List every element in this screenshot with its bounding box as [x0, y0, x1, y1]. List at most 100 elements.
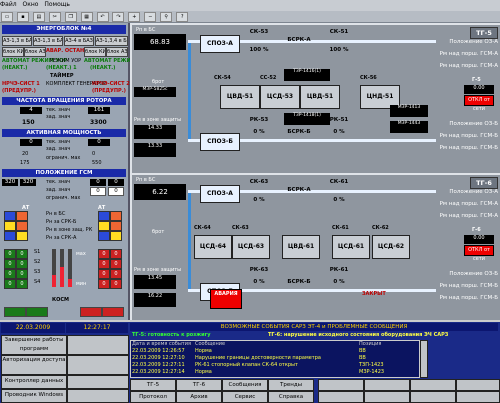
tg5-bsrk-a[interactable]: БСРК-А: [282, 37, 316, 43]
extra-button-6[interactable]: [364, 391, 410, 403]
nav-tg5-button[interactable]: ТГ-5: [130, 379, 176, 391]
at-label-2: Рн за СРК-Б: [46, 219, 77, 225]
tg6-valve-rk61[interactable]: РК-61: [322, 267, 356, 273]
nav-messages-button[interactable]: Сообщения: [222, 379, 268, 391]
tg5-cvd-51[interactable]: ЦВД-51: [220, 85, 260, 109]
tg6-bsrk-a[interactable]: БСРК-А: [282, 187, 316, 193]
copy-icon[interactable]: ❐: [64, 12, 77, 22]
menu-file[interactable]: Файл: [0, 1, 17, 8]
kosm-button-1[interactable]: [4, 307, 26, 317]
tg6-valve-rk63[interactable]: РК-63: [242, 267, 276, 273]
az13-button-2[interactable]: АЗ-1,3 в БАЗ: [33, 36, 63, 46]
zoom-out-icon[interactable]: −: [144, 12, 157, 22]
level-slider-3[interactable]: [68, 249, 72, 287]
search-icon[interactable]: ⚲: [160, 12, 173, 22]
power-set-label: зад. знач: [46, 146, 71, 152]
time-display: 12:27:17: [66, 323, 128, 333]
tg6-sk61: СК-61: [332, 225, 349, 231]
extra-button-7[interactable]: [410, 391, 456, 403]
grid-cell: 0: [16, 269, 28, 279]
side-button-3[interactable]: [67, 375, 129, 389]
grid-row-label: S4: [34, 279, 41, 285]
event-log-table[interactable]: Дата и время события Сообщение Позиция 2…: [130, 340, 420, 378]
az13-button-1[interactable]: АЗ-1,3 в БАЗ: [2, 36, 32, 46]
tg6-valve-sk61[interactable]: СК-61: [322, 179, 356, 185]
tg6-cvd-61[interactable]: ЦВД-61: [282, 235, 320, 259]
nav-trends-button[interactable]: Тренды: [268, 379, 314, 391]
tg6-csd-63[interactable]: ЦСД-63: [232, 235, 270, 259]
redo-icon[interactable]: ↷: [112, 12, 125, 22]
unit-tg5-panel: ТГ-5 Положение ОЗ-А Рм над порш. ГСМ-А Р…: [130, 23, 500, 176]
gsm-set-3[interactable]: 0: [90, 187, 106, 196]
paste-icon[interactable]: ▦: [80, 12, 93, 22]
block-kir-button-1[interactable]: блок КИР: [2, 47, 24, 57]
undo-icon[interactable]: ↶: [96, 12, 109, 22]
side-button-2[interactable]: [67, 355, 129, 375]
menu-window[interactable]: Окно: [23, 1, 39, 8]
tg5-valve-rk51[interactable]: РК-51: [322, 117, 356, 123]
extra-button-4[interactable]: [456, 379, 500, 391]
log-row-message: РК-61 стопорный клапан СК-64 открыт: [195, 362, 298, 368]
tg5-csd-53[interactable]: ЦСД-53: [260, 85, 300, 109]
power-setpoint[interactable]: 0: [88, 139, 110, 146]
log-scrollbar[interactable]: [420, 340, 428, 378]
tg5-bsrk-b[interactable]: БСРК-Б: [282, 129, 316, 135]
az134-button[interactable]: АЗ-1,3,4 в БАЗ: [95, 36, 128, 46]
nav-archive-button[interactable]: Архив: [176, 391, 222, 403]
tg6-csd-61[interactable]: ЦСД-61: [332, 235, 370, 259]
tg6-disconnect-button[interactable]: ОТКЛ от сети: [464, 245, 494, 262]
extra-button-8[interactable]: [456, 391, 500, 403]
block-kir-button-2[interactable]: блок КИР: [84, 47, 106, 57]
save-icon[interactable]: ▪: [16, 12, 29, 22]
tg5-spoz-a[interactable]: СПОЗ-А: [200, 35, 240, 53]
print-icon[interactable]: ▤: [32, 12, 45, 22]
extra-button-5[interactable]: [318, 391, 364, 403]
tg6-spoz-a[interactable]: СПОЗ-А: [200, 185, 240, 203]
log-row-date: 22.03.2009 12:27:11: [132, 362, 185, 368]
nav-help-button[interactable]: Справка: [268, 391, 314, 403]
zoom-in-icon[interactable]: +: [128, 12, 141, 22]
shutdown-programs-button[interactable]: Завершение работы программ: [1, 335, 67, 355]
tg5-cvd-51b[interactable]: ЦВД-51: [300, 85, 340, 109]
tg6-csd-62[interactable]: ЦСД-62: [372, 235, 410, 259]
grid-cell: 0: [4, 249, 16, 259]
tg5-gsm-b-2: Рм над порш. ГСМ-Б: [439, 145, 498, 151]
extra-button-1[interactable]: [318, 379, 364, 391]
nav-service-button[interactable]: Сервис: [222, 391, 268, 403]
tg6-bsrk-b[interactable]: БСРК-Б: [282, 279, 316, 285]
block-az4-button-1[interactable]: блок АЗ-4: [24, 47, 46, 57]
power-small-1: 20: [22, 151, 29, 157]
tg5-oil-line: [188, 43, 191, 139]
tg5-valve-sk53[interactable]: СК-53: [242, 29, 276, 35]
level-slider-2[interactable]: [60, 249, 64, 287]
gsm-set-4[interactable]: 0: [108, 187, 124, 196]
block-az4-button-2[interactable]: блок АЗ-4: [106, 47, 128, 57]
speed-set-label: зад. знач: [46, 114, 71, 120]
cut-icon[interactable]: ✂: [48, 12, 61, 22]
tg5-spoz-b[interactable]: СПОЗ-Б: [200, 133, 240, 151]
nav-tg6-button[interactable]: ТГ-6: [176, 379, 222, 391]
az4-button[interactable]: АЗ-4 в БАЗ: [64, 36, 94, 46]
nav-protocol-button[interactable]: Протокол: [130, 391, 176, 403]
help-icon[interactable]: ?: [176, 12, 189, 22]
authorize-access-button[interactable]: Авторизация доступа: [1, 355, 67, 375]
tg6-csd-64[interactable]: ЦСД-64: [194, 235, 232, 259]
kosm-button-2[interactable]: [26, 307, 48, 317]
tg6-valve-sk63[interactable]: СК-63: [242, 179, 276, 185]
side-button-1[interactable]: [67, 335, 129, 355]
tg5-disconnect-button[interactable]: ОТКЛ от сети: [464, 95, 494, 112]
extra-button-3[interactable]: [410, 379, 456, 391]
kosm-button-4[interactable]: [102, 307, 124, 317]
tg6-alarm-indicator[interactable]: АВАРИЯ: [210, 289, 242, 309]
tg5-pbs-value: 68.83: [134, 34, 186, 50]
data-controller-button[interactable]: Контроллер данных: [1, 375, 67, 389]
tg5-sk56: СК-56: [360, 75, 377, 81]
tg5-valve-rk53[interactable]: РК-53: [242, 117, 276, 123]
tg5-valve-sk51[interactable]: СК-51: [322, 29, 356, 35]
menu-help[interactable]: Помощь: [44, 1, 70, 8]
speed-setpoint[interactable]: 161: [88, 107, 110, 114]
open-icon[interactable]: ▭: [1, 12, 13, 22]
level-slider-1[interactable]: [52, 249, 56, 287]
extra-button-2[interactable]: [364, 379, 410, 391]
kosm-button-3[interactable]: [80, 307, 102, 317]
